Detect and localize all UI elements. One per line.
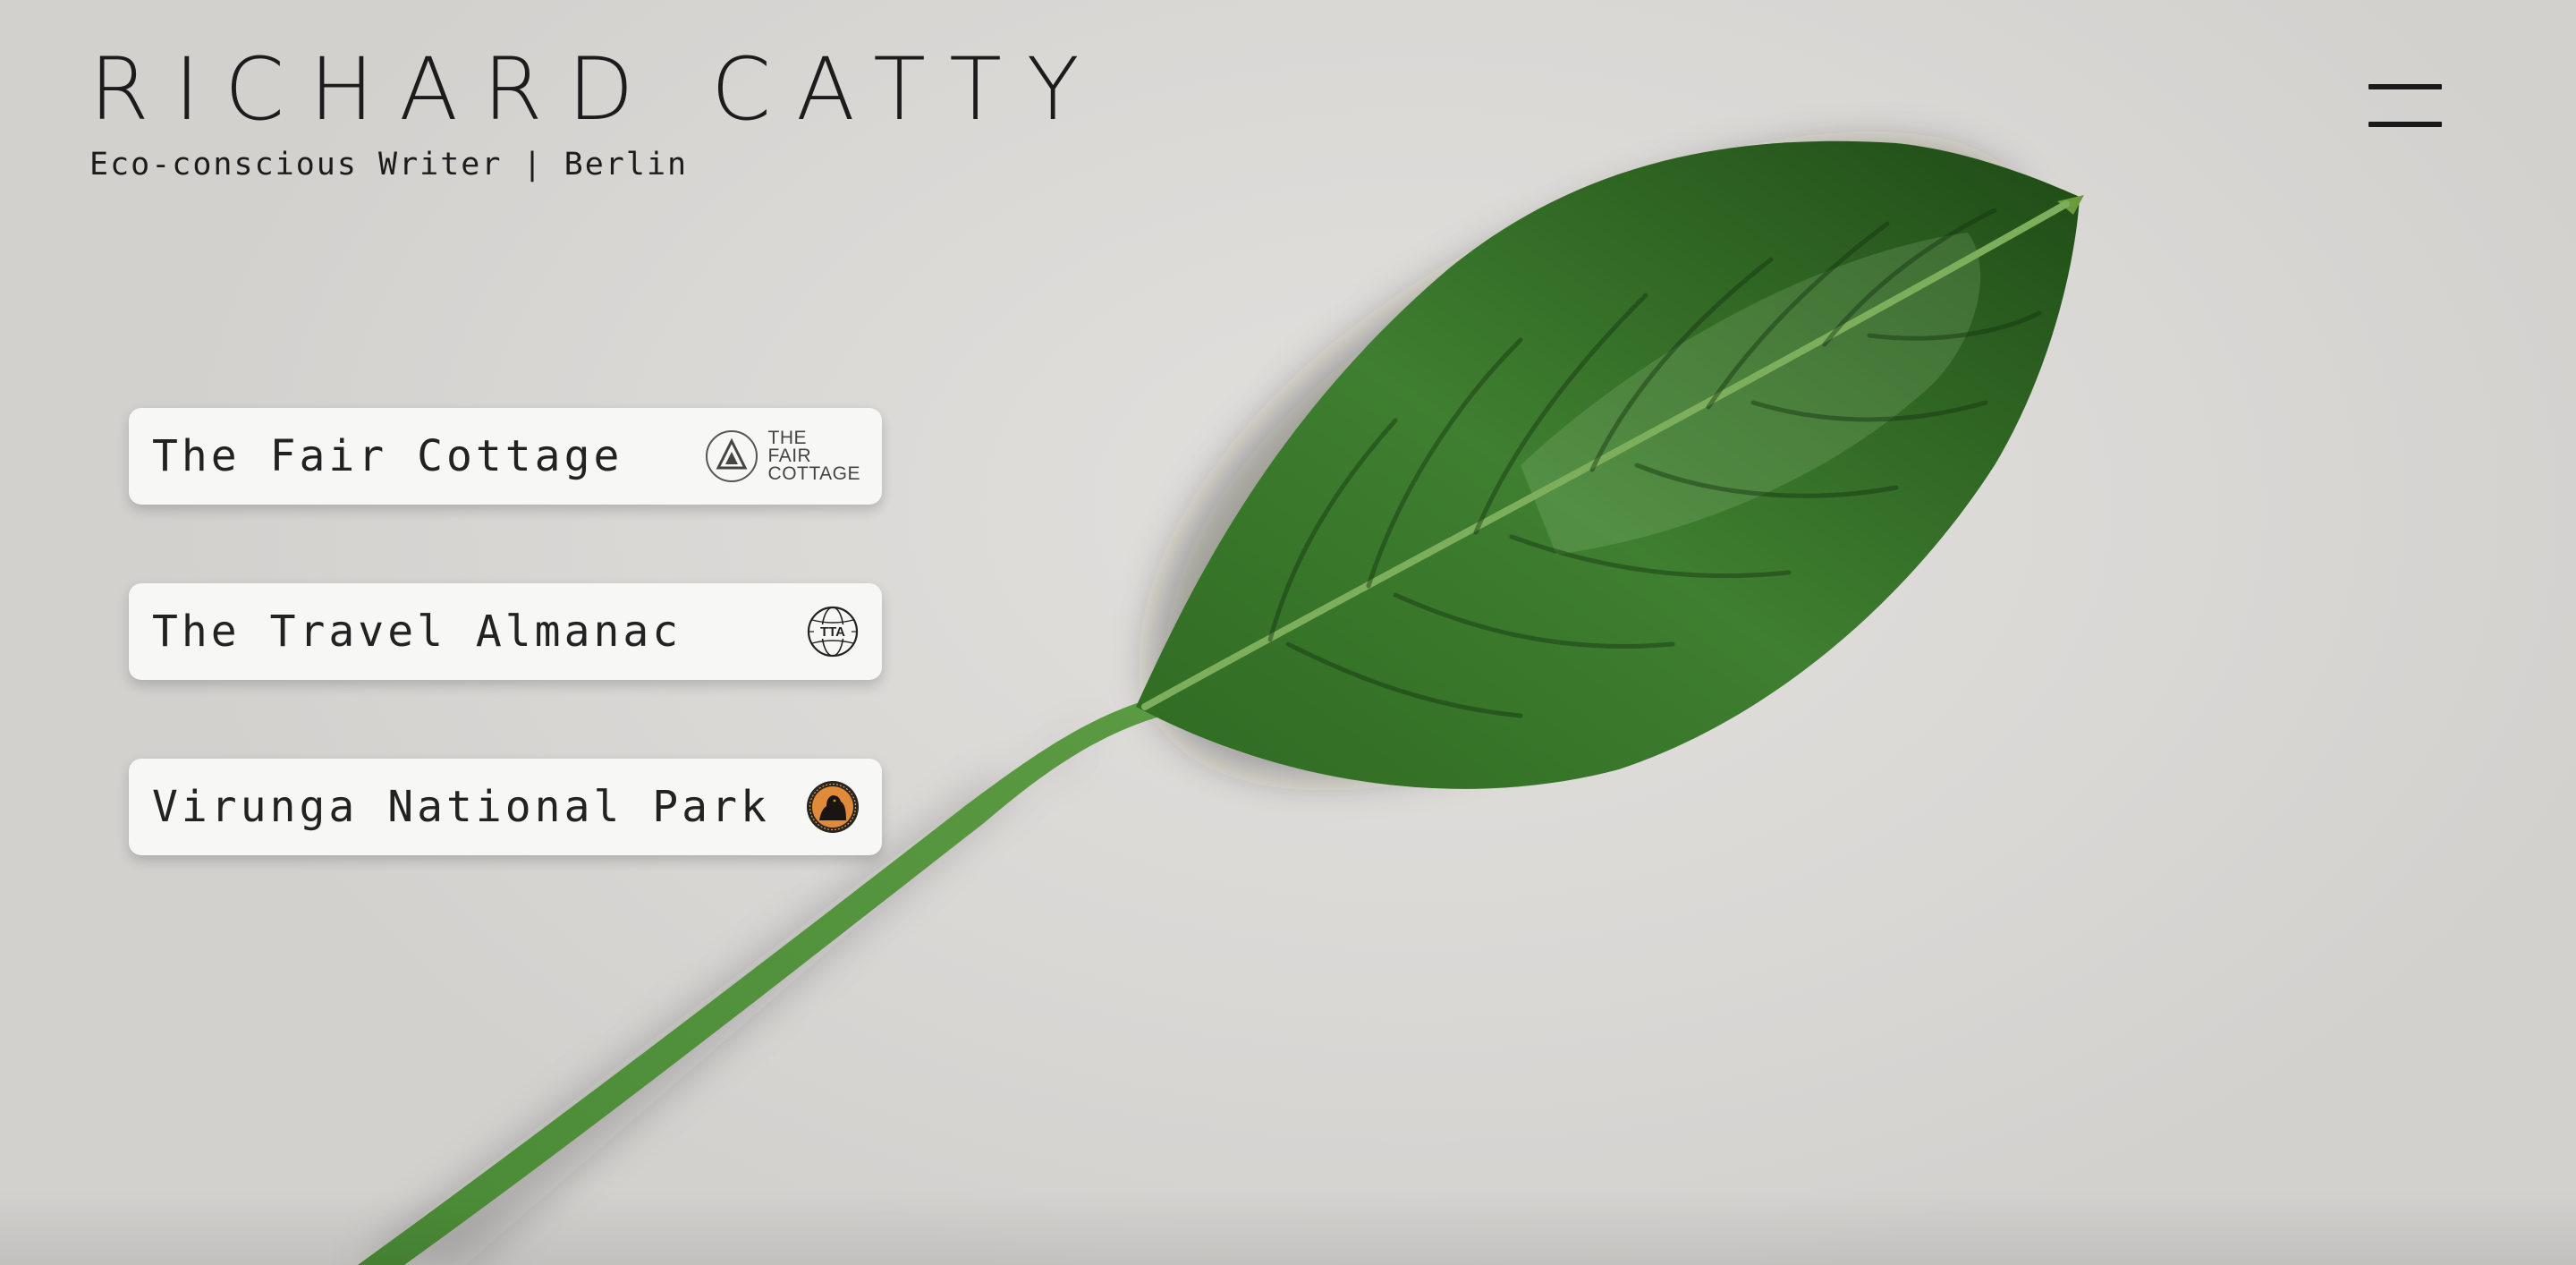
hamburger-menu-icon[interactable] bbox=[2368, 84, 2442, 129]
bottom-shade bbox=[0, 1190, 2576, 1265]
menu-bar-top bbox=[2368, 84, 2442, 89]
link-card-virunga-national-park[interactable]: Virunga National Park bbox=[129, 759, 882, 855]
virunga-gorilla-seal-logo bbox=[807, 781, 859, 833]
link-card-travel-almanac[interactable]: The Travel Almanac TTA bbox=[129, 583, 882, 680]
link-card-fair-cottage[interactable]: The Fair Cottage THE FAIR COTTAGE bbox=[129, 408, 882, 505]
fair-cottage-mark-icon bbox=[705, 430, 758, 482]
site-header: RICHARD CATTY Eco-conscious Writer | Ber… bbox=[89, 47, 1105, 183]
fair-cottage-logo: THE FAIR COTTAGE bbox=[704, 429, 860, 484]
link-card-label: Virunga National Park bbox=[152, 782, 770, 832]
link-card-label: The Fair Cottage bbox=[152, 431, 623, 481]
link-card-label: The Travel Almanac bbox=[152, 607, 682, 657]
svg-text:TTA: TTA bbox=[820, 624, 845, 640]
fair-cottage-logo-text: THE FAIR COTTAGE bbox=[767, 428, 860, 484]
site-title[interactable]: RICHARD CATTY bbox=[89, 47, 1105, 132]
travel-almanac-globe-logo: TTA bbox=[807, 606, 859, 658]
site-tagline: Eco-conscious Writer | Berlin bbox=[89, 147, 689, 183]
menu-bar-bottom bbox=[2368, 122, 2442, 127]
